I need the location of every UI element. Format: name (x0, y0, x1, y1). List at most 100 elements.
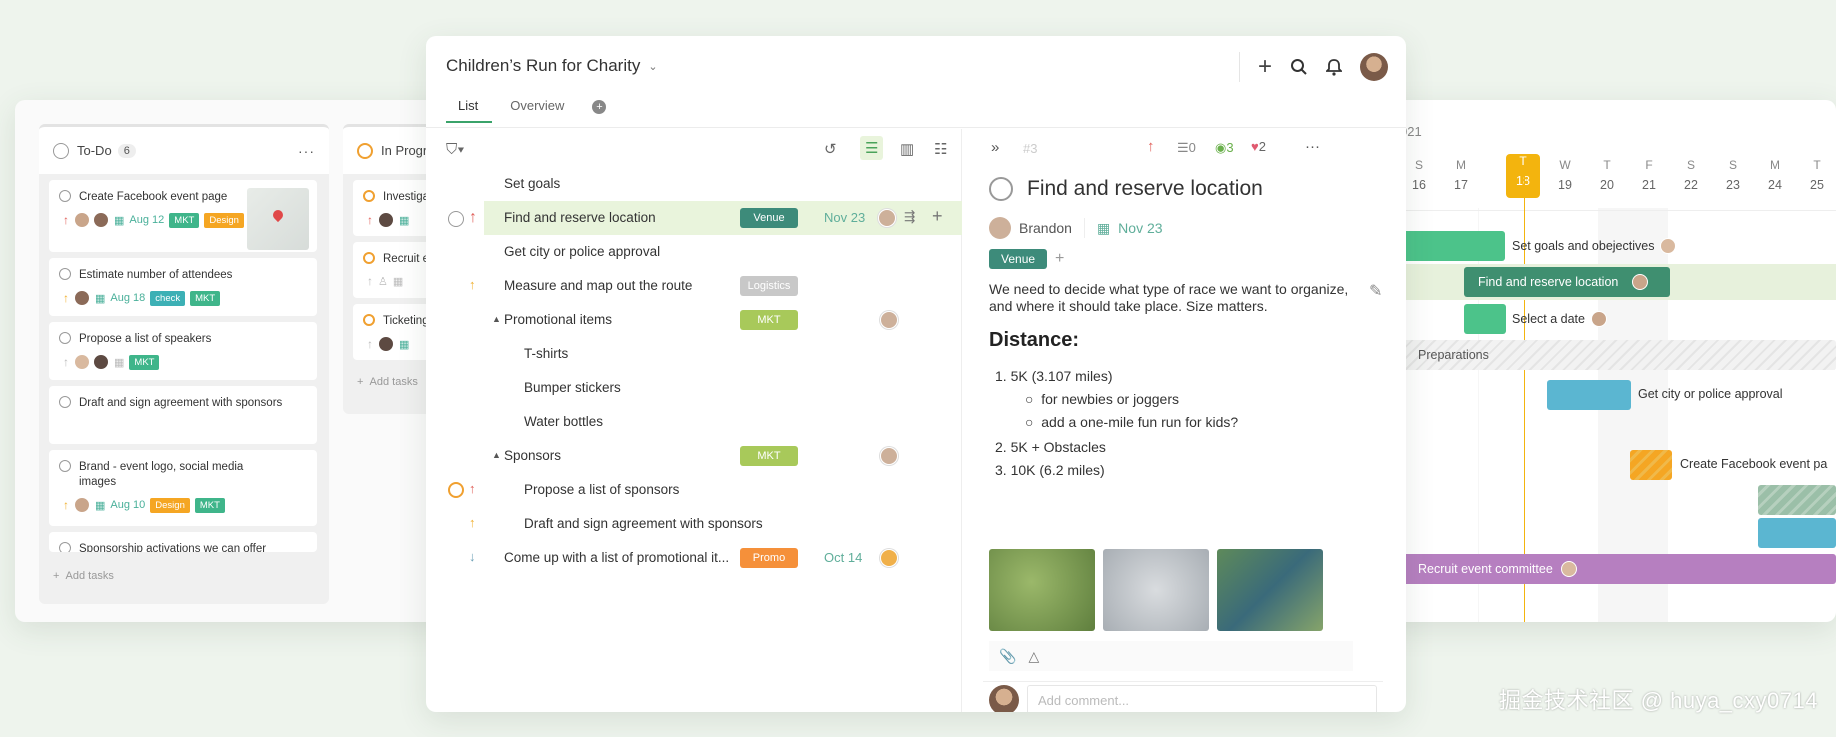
gantt-view-icon[interactable]: ☷ (934, 140, 947, 158)
gantt-day: F 21 (1642, 158, 1656, 192)
in-progress-icon[interactable] (363, 190, 375, 202)
task-row[interactable]: Get city or police approval (426, 235, 962, 269)
kanban-card[interactable]: Brand - event logo, social media images … (49, 450, 317, 526)
collapse-triangle-icon[interactable]: ▲ (492, 314, 501, 324)
complete-checkbox[interactable] (59, 396, 71, 408)
task-label: T-shirts (524, 346, 569, 361)
tab-list[interactable]: List (446, 98, 493, 123)
due-date[interactable]: Nov 23 (1118, 220, 1162, 236)
task-row-selected[interactable]: Find and reserve location Venue Nov 23 ⇶… (484, 201, 962, 235)
gantt-today[interactable]: T 18 (1506, 154, 1540, 198)
views-counter[interactable]: ◉3 (1215, 140, 1234, 156)
task-row[interactable]: Bumper stickers (426, 371, 962, 405)
image-thumbnail[interactable] (989, 549, 1095, 631)
task-row[interactable]: ↑ Measure and map out the route Logistic… (426, 269, 962, 303)
chevron-down-icon[interactable]: ⌄ (648, 60, 657, 73)
project-title[interactable]: Children’s Run for Charity ⌄ (446, 56, 658, 76)
complete-checkbox[interactable] (59, 190, 71, 202)
gantt-bar-label: Select a date (1512, 311, 1607, 327)
view-tabs: List Overview + (446, 98, 607, 123)
complete-checkbox[interactable] (59, 542, 71, 552)
task-row[interactable]: Water bottles (426, 405, 962, 439)
more-icon[interactable]: ··· (298, 143, 315, 159)
task-row[interactable]: T-shirts (426, 337, 962, 371)
gantt-bar[interactable] (1758, 485, 1836, 515)
kanban-card[interactable]: Create Facebook event page ↑ ▦ Aug 12 MKT… (49, 180, 317, 252)
gantt-bar[interactable]: Recruit event committee (1380, 554, 1836, 584)
tag-check: check (150, 290, 186, 306)
add-icon[interactable]: + (932, 206, 943, 227)
task-row[interactable]: ↑ Propose a list of sponsors (426, 473, 962, 507)
comments-counter[interactable]: ☰0 (1177, 140, 1196, 156)
in-progress-icon[interactable] (363, 314, 375, 326)
task-label: Set goals (504, 176, 561, 191)
task-description[interactable]: We need to decide what type of race we w… (989, 281, 1359, 315)
avatar (989, 217, 1011, 239)
list-item: ○ for newbies or joggers (1025, 391, 1179, 407)
kanban-column-todo: To-Do 6 ··· Create Facebook event page ↑… (39, 124, 329, 604)
gantt-bar[interactable] (1464, 304, 1506, 334)
subtask-icon[interactable]: ⇶ (904, 209, 915, 225)
complete-checkbox[interactable] (59, 460, 71, 472)
add-tag-icon[interactable]: + (1055, 250, 1064, 268)
google-drive-icon[interactable]: △ (1028, 648, 1039, 665)
avatar (1560, 561, 1577, 577)
gantt-bar[interactable] (1758, 518, 1836, 548)
gantt-bar[interactable] (1547, 380, 1631, 410)
calendar-icon: ▦ (392, 275, 404, 288)
more-icon[interactable]: ··· (1305, 138, 1320, 155)
collapse-panel-icon[interactable]: » (991, 139, 999, 156)
task-row[interactable]: ↑ Draft and sign agreement with sponsors (426, 507, 962, 541)
tab-overview[interactable]: Overview (492, 98, 578, 123)
user-avatar[interactable] (1360, 53, 1388, 81)
complete-checkbox[interactable] (59, 268, 71, 280)
gantt-bar[interactable] (1630, 450, 1672, 480)
add-icon[interactable]: + (1258, 53, 1272, 81)
gantt-day: M 24 (1768, 158, 1782, 192)
comment-input[interactable]: Add comment... (1027, 685, 1377, 712)
filter-icon[interactable]: ⛉▾ (446, 141, 465, 158)
in-progress-icon[interactable] (448, 482, 464, 498)
in-progress-icon[interactable] (363, 252, 375, 264)
complete-checkbox[interactable] (59, 332, 71, 344)
tag-mkt: MKT (169, 212, 200, 228)
add-tab-icon[interactable]: + (592, 100, 607, 114)
kanban-card[interactable]: Estimate number of attendees ↑ ▦ Aug 18 c… (49, 258, 317, 316)
calendar-icon: ▦ (114, 356, 125, 369)
comment-box: Add comment... (989, 685, 1377, 712)
list-view-icon[interactable]: ☰ (860, 136, 884, 160)
undo-icon[interactable]: ↺ (824, 140, 837, 158)
search-icon[interactable] (1290, 58, 1308, 76)
task-row[interactable]: Set goals (426, 167, 962, 201)
image-thumbnail[interactable] (1217, 549, 1323, 631)
main-window: Children’s Run for Charity ⌄ + List Over… (426, 36, 1406, 712)
edit-pencil-icon[interactable]: ✎ (1369, 281, 1382, 301)
complete-checkbox[interactable] (989, 177, 1013, 201)
gantt-day: W 19 (1558, 158, 1572, 192)
task-title-text[interactable]: Find and reserve location (1027, 177, 1263, 201)
comments-count: 0 (1188, 140, 1196, 155)
tag-promo: Promo (740, 548, 798, 568)
task-row[interactable]: ↓ Come up with a list of promotional it.… (426, 541, 962, 575)
task-row-group[interactable]: ▲ Promotional items MKT (426, 303, 962, 337)
priority-high-icon[interactable]: ↑ (1147, 138, 1155, 155)
add-tasks-button[interactable]: + Add tasks (357, 376, 418, 388)
image-thumbnail[interactable] (1103, 549, 1209, 631)
kanban-card[interactable]: Draft and sign agreement with sponsors (49, 386, 317, 444)
collapse-triangle-icon[interactable]: ▲ (492, 450, 501, 460)
kanban-card[interactable]: Sponsorship activations we can offer (49, 532, 317, 552)
divider (983, 681, 1383, 682)
calendar-icon: ▦ (114, 214, 125, 227)
tag-venue[interactable]: Venue (989, 249, 1048, 269)
board-view-icon[interactable]: ▥ (900, 140, 914, 158)
assignee-name[interactable]: Brandon (1019, 220, 1072, 236)
avatar (74, 212, 90, 228)
add-tasks-button[interactable]: + Add tasks (53, 570, 114, 582)
priority-medium-icon: ↑ (469, 515, 476, 530)
likes-counter[interactable]: ♥2 (1251, 139, 1266, 154)
complete-checkbox[interactable] (448, 211, 464, 227)
task-row-group[interactable]: ▲ Sponsors MKT (426, 439, 962, 473)
kanban-card[interactable]: Propose a list of speakers ↑ ▦ MKT (49, 322, 317, 380)
paperclip-icon[interactable]: 📎 (999, 648, 1016, 665)
bell-icon[interactable] (1326, 58, 1342, 76)
